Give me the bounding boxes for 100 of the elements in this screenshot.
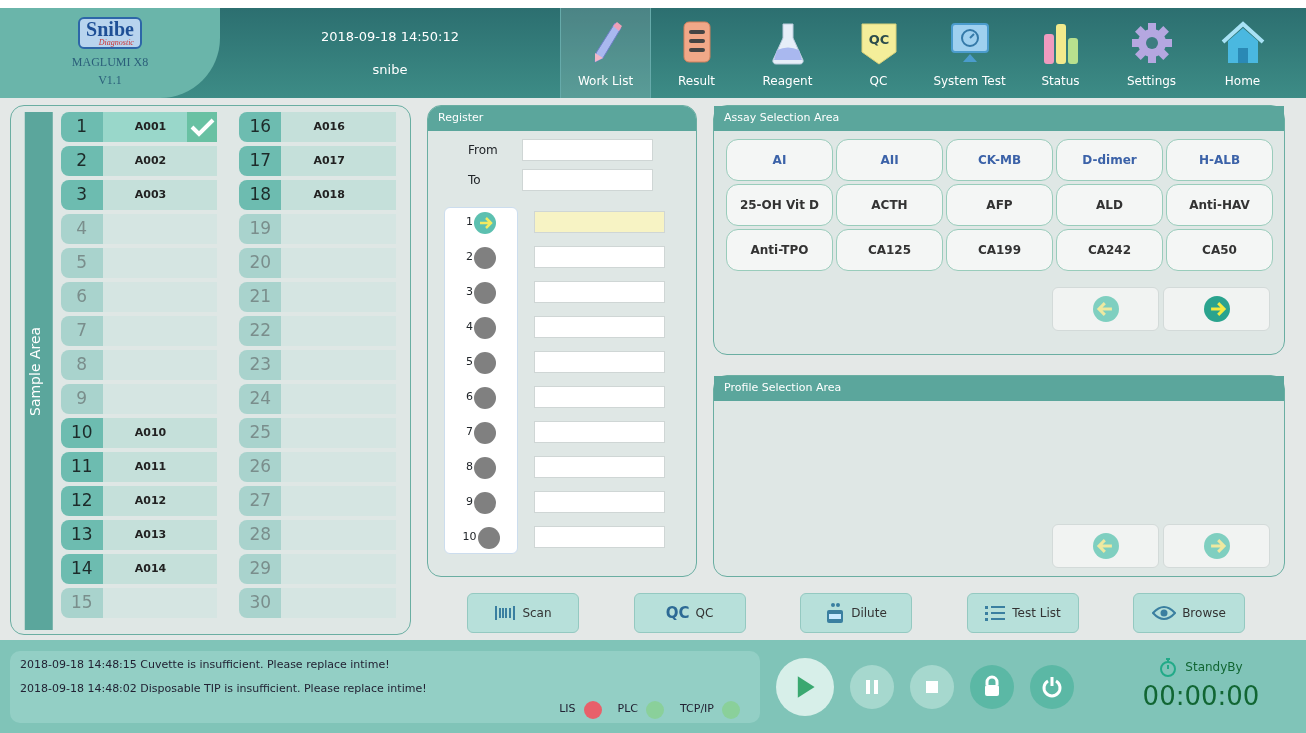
row-number: 1	[466, 214, 473, 231]
sample-slot[interactable]	[281, 384, 396, 414]
assay-button[interactable]: AII	[836, 138, 943, 181]
row-number: 3	[466, 284, 473, 301]
action-button[interactable]: Dilute	[800, 593, 912, 633]
sample-slot[interactable]	[281, 588, 396, 618]
action-button[interactable]: QC QC	[633, 593, 746, 633]
sample-slot[interactable]	[281, 486, 396, 516]
input-field[interactable]	[534, 245, 665, 268]
input-field[interactable]	[534, 315, 665, 338]
assay-button[interactable]: H-ALB	[1166, 138, 1273, 181]
assay-button[interactable]: AI	[726, 138, 833, 181]
sample-slot[interactable]	[281, 554, 396, 584]
sample-slot[interactable]	[102, 350, 218, 380]
input-field[interactable]	[534, 525, 665, 548]
slot-number[interactable]: 13	[60, 520, 103, 550]
assay-button[interactable]: Anti-HAV	[1166, 183, 1273, 226]
assay-button[interactable]: CA50	[1166, 228, 1273, 271]
sample-slot[interactable]: A013	[102, 520, 218, 550]
assay-button[interactable]: D-dimer	[1056, 138, 1163, 181]
sample-slot[interactable]	[102, 316, 218, 346]
assay-button[interactable]: Anti-TPO	[726, 228, 833, 271]
sample-slot[interactable]: A001	[102, 112, 188, 142]
assay-button[interactable]: 25-OH Vit D	[726, 183, 833, 226]
sample-slot[interactable]	[281, 452, 396, 482]
input-field[interactable]	[534, 490, 665, 513]
input-field[interactable]	[534, 420, 665, 443]
nav-tab[interactable]: Work List	[560, 8, 651, 98]
settings-icon	[1129, 20, 1174, 66]
logo: Snibe Diagnostic	[78, 17, 142, 49]
sample-slot[interactable]	[102, 282, 218, 312]
alarm-message: 2018-09-18 14:48:02 Disposable TIP is insufficient. Please replace intime!	[20, 681, 428, 697]
power-button[interactable]	[1030, 664, 1074, 709]
nav-tab[interactable]: System Test	[924, 8, 1015, 98]
nav-tab[interactable]: Status	[1015, 8, 1106, 98]
nav-tab[interactable]: Reagent	[742, 8, 833, 98]
sample-slot[interactable]	[281, 350, 396, 380]
assay-button[interactable]: CA199	[946, 228, 1053, 271]
nav-tab[interactable]: Result	[651, 8, 742, 98]
assay-button[interactable]: CK-MB	[946, 138, 1053, 181]
slot-number[interactable]: 11	[60, 452, 103, 482]
row-number: 9	[466, 494, 473, 511]
input-field[interactable]	[534, 385, 665, 408]
sample-slot[interactable]: A018	[281, 180, 396, 210]
assay-button[interactable]: AFP	[946, 183, 1053, 226]
sample-slot[interactable]: A003	[102, 180, 218, 210]
action-button[interactable]: Scan	[467, 593, 579, 633]
sample-slot[interactable]	[102, 214, 218, 244]
status-text: StandyBy	[1185, 659, 1243, 676]
qc-icon: QC	[665, 601, 690, 625]
slot-number[interactable]: 16	[239, 112, 282, 142]
sample-slot[interactable]	[281, 282, 396, 312]
slot-number[interactable]: 10	[60, 418, 103, 448]
nav-tab[interactable]: Settings	[1106, 8, 1197, 98]
sample-slot[interactable]	[102, 248, 218, 278]
assay-button[interactable]: ACTH	[836, 183, 943, 226]
sample-slot[interactable]	[281, 418, 396, 448]
input-field[interactable]	[534, 350, 665, 373]
row-number: 6	[466, 389, 473, 406]
sample-slot[interactable]: A014	[102, 554, 218, 584]
input-field[interactable]	[534, 210, 665, 233]
sample-slot[interactable]	[281, 248, 396, 278]
container-icon	[825, 602, 846, 624]
sample-slot[interactable]: A017	[281, 146, 396, 176]
nav-tab[interactable]: Home	[1197, 8, 1288, 98]
assay-button[interactable]: CA125	[836, 228, 943, 271]
row-number: 4	[466, 319, 473, 336]
slot-number[interactable]: 18	[239, 180, 282, 210]
input-field[interactable]	[534, 280, 665, 303]
action-button[interactable]: Test List	[966, 593, 1079, 633]
sample-slot[interactable]: A002	[102, 146, 218, 176]
sample-slot[interactable]: A016	[281, 112, 396, 142]
nav-tab[interactable]: QC QC	[833, 8, 924, 98]
next-button[interactable]	[1163, 286, 1270, 331]
sample-slot[interactable]	[281, 520, 396, 550]
slot-number[interactable]: 17	[239, 146, 282, 176]
slot-number[interactable]: 2	[60, 146, 103, 176]
field-label: From	[467, 141, 498, 159]
assay-button[interactable]: CA242	[1056, 228, 1163, 271]
sample-slot[interactable]	[281, 316, 396, 346]
sample-slot[interactable]: A012	[102, 486, 218, 516]
sample-slot[interactable]	[102, 384, 218, 414]
input-field[interactable]	[522, 138, 653, 161]
row-number: 2	[466, 249, 473, 266]
field-label: To	[467, 171, 482, 189]
assay-button[interactable]: ALD	[1056, 183, 1163, 226]
connection-label: PLC	[617, 701, 638, 718]
slot-number[interactable]: 1	[60, 112, 103, 142]
version-label: V1.1	[98, 72, 122, 89]
sample-slot[interactable]	[281, 214, 396, 244]
slot-number[interactable]: 3	[60, 180, 103, 210]
lock-button[interactable]	[970, 664, 1014, 709]
action-button[interactable]: Browse	[1133, 593, 1245, 633]
input-field[interactable]	[522, 168, 653, 191]
slot-number[interactable]: 14	[60, 554, 103, 584]
sample-slot[interactable]: A011	[102, 452, 218, 482]
sample-slot[interactable]	[102, 588, 218, 618]
sample-slot[interactable]: A010	[102, 418, 218, 448]
input-field[interactable]	[534, 455, 665, 478]
slot-number[interactable]: 12	[60, 486, 103, 516]
